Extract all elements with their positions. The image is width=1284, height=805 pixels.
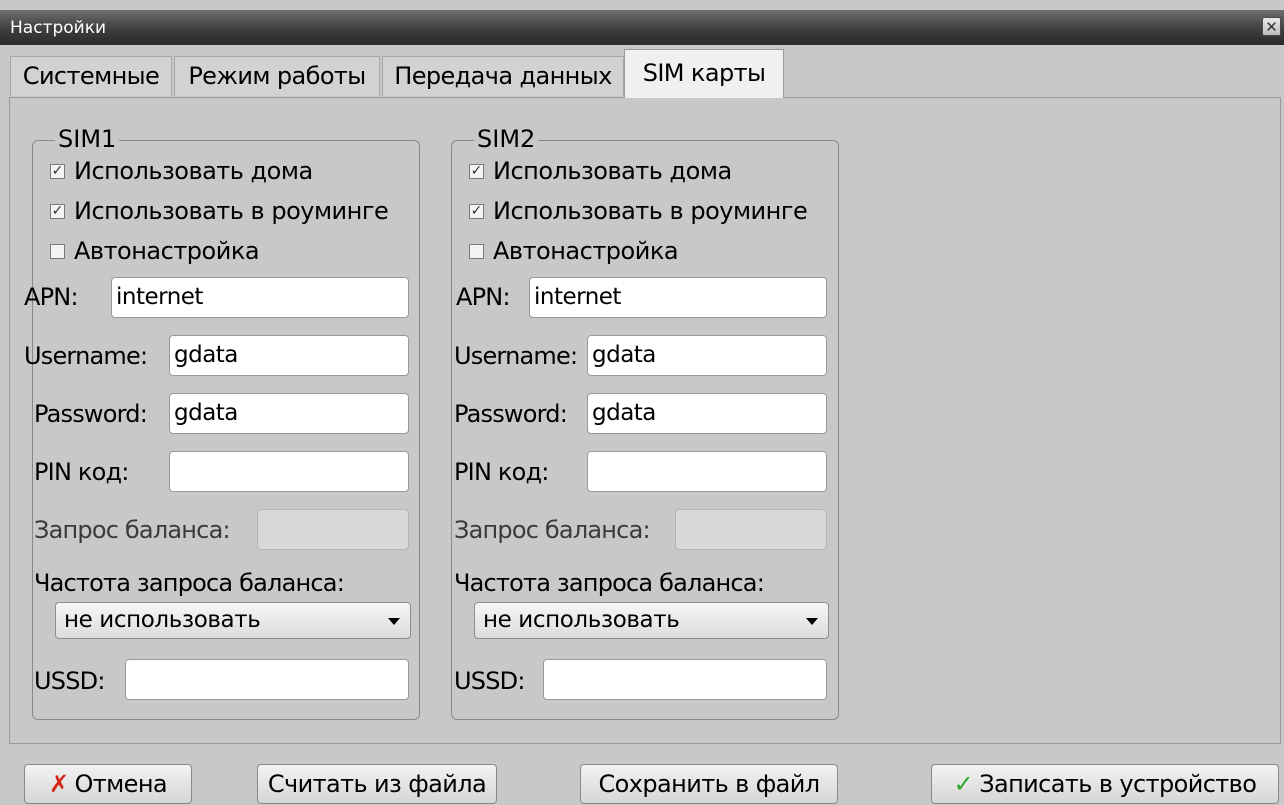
sim2-pin-label: PIN код:	[454, 458, 549, 486]
chevron-down-icon	[806, 618, 818, 625]
chevron-down-icon	[388, 618, 400, 625]
save-to-file-label: Сохранить в файл	[598, 770, 821, 798]
sim2-pin-field[interactable]	[587, 451, 827, 492]
close-icon[interactable]: ✕	[1262, 17, 1281, 36]
sim2-group: SIM2 ✓ Использовать дома ✓ Использовать …	[451, 125, 839, 720]
cancel-x-icon: ✗	[48, 770, 69, 798]
checkmark-icon: ✓	[953, 770, 974, 798]
tab-system[interactable]: Системные	[10, 56, 172, 96]
sim1-password-field[interactable]: gdata	[169, 393, 409, 434]
checkbox-checked-icon: ✓	[50, 203, 65, 219]
sim2-password-label: Password:	[454, 400, 568, 428]
sim2-username-field[interactable]: gdata	[587, 335, 827, 376]
read-from-file-button[interactable]: Считать из файла	[257, 764, 497, 804]
cancel-button[interactable]: ✗ Отмена	[24, 764, 192, 804]
sim1-balance-freq-label: Частота запроса баланса:	[34, 569, 345, 597]
window-title: Настройки	[10, 18, 107, 38]
sim1-ussd-label: USSD:	[34, 667, 105, 695]
sim2-ussd-label: USSD:	[454, 667, 525, 695]
sim1-use-home-label: Использовать дома	[74, 157, 313, 185]
button-bar: ✗ Отмена Считать из файла Сохранить в фай…	[0, 754, 1284, 805]
write-to-device-button[interactable]: ✓ Записать в устройство	[931, 764, 1279, 804]
sim1-balance-freq-value: не использовать	[64, 607, 261, 633]
tab-data-transfer[interactable]: Передача данных	[382, 56, 624, 96]
tab-sim-cards[interactable]: SIM карты	[624, 49, 784, 98]
checkbox-checked-icon: ✓	[469, 203, 484, 219]
sim1-pin-label: PIN код:	[34, 458, 129, 486]
sim2-use-home-label: Использовать дома	[493, 157, 732, 185]
sim2-legend: SIM2	[474, 125, 539, 153]
window-titlebar: Настройки ✕	[0, 10, 1284, 45]
sim1-pin-field[interactable]	[169, 451, 409, 492]
tab-bar: Системные Режим работы Передача данных S…	[0, 45, 1284, 98]
sim2-ussd-field[interactable]	[543, 659, 827, 700]
sim2-password-field[interactable]: gdata	[587, 393, 827, 434]
sim1-group: SIM1 ✓ Использовать дома ✓ Использовать …	[24, 125, 420, 720]
read-from-file-label: Считать из файла	[267, 770, 487, 798]
write-to-device-label: Записать в устройство	[979, 770, 1257, 798]
cancel-button-label: Отмена	[74, 770, 168, 798]
sim1-apn-label: APN:	[24, 283, 79, 311]
checkbox-unchecked-icon	[50, 244, 65, 259]
sim1-apn-field[interactable]: internet	[111, 277, 409, 318]
sim2-autoconfig-label: Автонастройка	[493, 237, 679, 265]
tab-mode[interactable]: Режим работы	[174, 56, 380, 96]
sim1-username-field[interactable]: gdata	[169, 335, 409, 376]
checkbox-checked-icon: ✓	[469, 163, 484, 179]
checkbox-unchecked-icon	[469, 244, 484, 259]
sim1-username-label: Username:	[24, 342, 148, 370]
save-to-file-button[interactable]: Сохранить в файл	[580, 764, 838, 804]
sim2-username-label: Username:	[454, 342, 578, 370]
sim1-balance-freq-select[interactable]: не использовать	[55, 602, 411, 639]
sim1-balance-request-label: Запрос баланса:	[34, 516, 231, 544]
sim1-legend: SIM1	[55, 125, 120, 153]
sim2-balance-request-label: Запрос баланса:	[454, 516, 651, 544]
sim2-apn-label: APN:	[456, 283, 511, 311]
sim2-balance-freq-select[interactable]: не использовать	[474, 602, 829, 639]
checkbox-checked-icon: ✓	[50, 163, 65, 179]
sim1-autoconfig-label: Автонастройка	[74, 237, 260, 265]
sim1-balance-request-field	[257, 509, 409, 550]
sim2-use-roaming-label: Использовать в роуминге	[493, 197, 808, 225]
sim2-balance-freq-value: не использовать	[483, 607, 680, 633]
sim2-balance-request-field	[675, 509, 827, 550]
sim2-balance-freq-label: Частота запроса баланса:	[454, 569, 765, 597]
sim1-use-roaming-label: Использовать в роуминге	[74, 197, 389, 225]
sim1-ussd-field[interactable]	[125, 659, 409, 700]
sim1-password-label: Password:	[34, 400, 148, 428]
sim2-apn-field[interactable]: internet	[529, 277, 827, 318]
